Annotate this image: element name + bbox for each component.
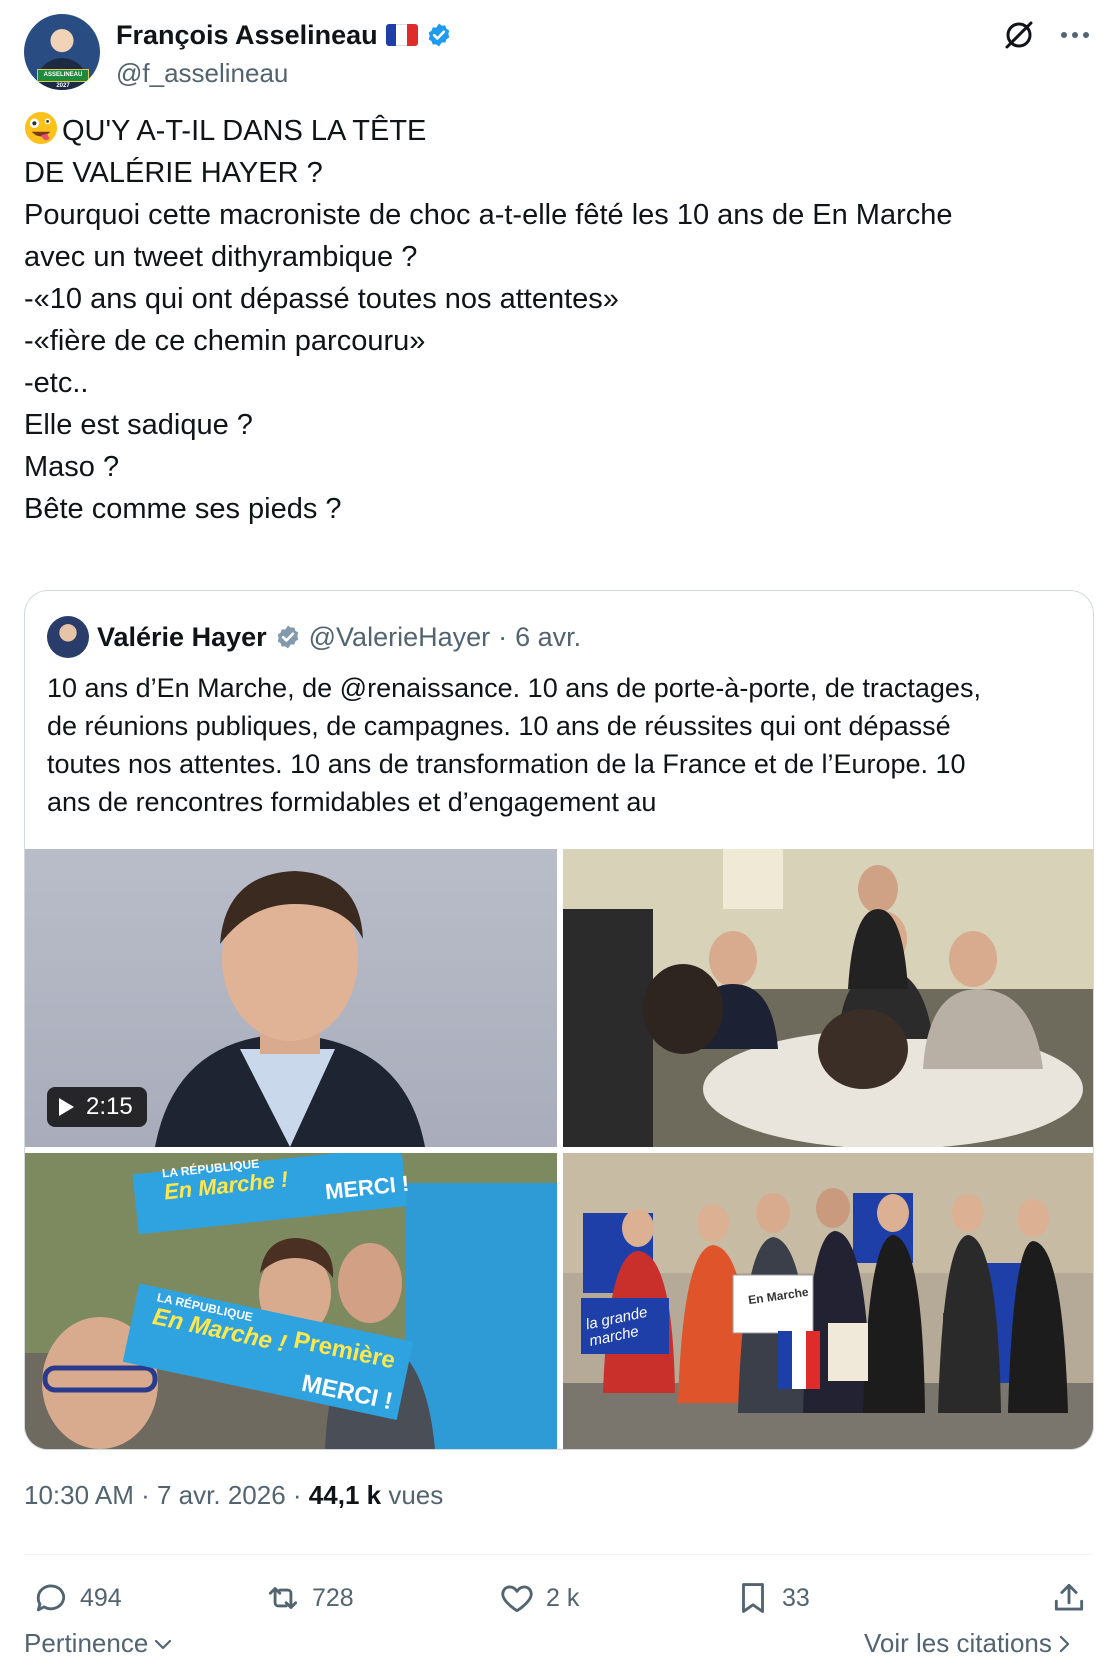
avatar-campaign-tag: ASSELINEAU 2027 (37, 69, 89, 89)
quoted-tweet-card[interactable]: Valérie Hayer @ValerieHayer · 6 avr. 10 … (24, 590, 1094, 1450)
tweet-time[interactable]: 10:30 AM (24, 1480, 134, 1510)
repost-icon (268, 1587, 298, 1609)
quoted-line-3: toutes nos attentes. 10 ans de transform… (47, 749, 966, 779)
tweet-line-3: Pourquoi cette macroniste de choc a-t-el… (24, 199, 953, 231)
quoted-line-1: 10 ans d’En Marche, de @renaissance. 10 … (47, 673, 981, 703)
zany-face-emoji-icon (24, 111, 58, 145)
author-handle[interactable]: @f_asselineau (116, 58, 288, 89)
sort-label: Pertinence (24, 1628, 149, 1658)
group-illustration (563, 1153, 1093, 1449)
banner-illustration (25, 1153, 557, 1449)
heart-icon (501, 1585, 533, 1613)
author-name[interactable]: François Asselineau (116, 20, 378, 51)
quoted-separator: · (498, 621, 508, 652)
campaign-banner-photo[interactable]: LA RÉPUBLIQUE En Marche ! MERCI ! LA RÉP… (25, 1153, 557, 1449)
video-duration-badge: 2:15 (47, 1087, 147, 1127)
like-button[interactable]: 2 k (498, 1574, 579, 1622)
tweet-actions-bar: 494 728 2 k 33 (24, 1574, 1092, 1622)
tweet-text: QU'Y A-T-IL DANS LA TÊTE DE VALÉRIE HAYE… (24, 110, 1084, 530)
gray-verified-badge-icon (277, 625, 298, 649)
tweet-line-2: DE VALÉRIE HAYER ? (24, 157, 323, 189)
media-grid: 2:15 LA RÉPUBLIQUE En Marche ! MERCI ! L… (25, 849, 1093, 1449)
author-avatar[interactable]: ASSELINEAU 2027 (24, 14, 100, 90)
quoted-author-name: Valérie Hayer (97, 621, 267, 652)
tweet-timestamp: 10:30 AM · 7 avr. 2026 · 44,1 k vues (24, 1480, 443, 1511)
view-quotes-link[interactable]: Voir les citations (864, 1628, 1072, 1659)
quoted-line-2: de réunions publiques, de campagnes. 10 … (47, 711, 951, 741)
meta-dot: · (141, 1480, 150, 1510)
tweet-line-5: -«10 ans qui ont dépassé toutes nos atte… (24, 283, 619, 315)
chevron-down-icon (155, 1639, 172, 1649)
tweet-date[interactable]: 7 avr. 2026 (157, 1480, 286, 1510)
video-thumbnail[interactable]: 2:15 (25, 849, 557, 1147)
bookmark-icon (742, 1583, 764, 1613)
tweet-line-1: QU'Y A-T-IL DANS LA TÊTE (24, 110, 1084, 152)
quoted-tweet-header: Valérie Hayer @ValerieHayer · 6 avr. (47, 615, 581, 659)
sort-dropdown[interactable]: Pertinence (24, 1628, 172, 1659)
quoted-tweet-text: 10 ans d’En Marche, de @renaissance. 10 … (47, 669, 1067, 821)
group-flags-photo[interactable]: la grande marche En Marche (563, 1153, 1093, 1449)
divider (24, 1554, 1092, 1555)
view-quotes-label: Voir les citations (864, 1628, 1052, 1658)
tweet-line-4: avec un tweet dithyrambique ? (24, 241, 418, 273)
quoted-author-avatar (47, 616, 89, 658)
bookmark-button[interactable]: 33 (734, 1574, 810, 1622)
quoted-line-4: ans de rencontres formidables et d’engag… (47, 787, 657, 817)
reply-button[interactable]: 494 (32, 1574, 122, 1622)
bookmark-count: 33 (782, 1583, 810, 1612)
meta-dot-2: · (292, 1480, 302, 1510)
reply-icon (36, 1584, 66, 1612)
share-button[interactable] (1050, 1574, 1088, 1622)
play-icon (59, 1098, 74, 1116)
video-duration: 2:15 (86, 1093, 133, 1120)
views-label: vues (388, 1480, 444, 1510)
tweet-line-9: Maso ? (24, 451, 120, 483)
grok-icon[interactable] (1002, 18, 1036, 52)
tweet-line-10: Bête comme ses pieds ? (24, 493, 342, 525)
header-actions (1002, 18, 1092, 52)
tweet-line-6: -«fière de ce chemin parcouru» (24, 325, 426, 357)
repost-count: 728 (312, 1583, 354, 1612)
tweet-line-8: Elle est sadique ? (24, 409, 253, 441)
verified-badge-icon (428, 23, 449, 47)
reply-count: 494 (80, 1583, 122, 1612)
chevron-right-icon (1059, 1635, 1069, 1652)
like-count: 2 k (546, 1583, 580, 1612)
quoted-author-handle: @ValerieHayer (308, 621, 491, 652)
share-icon (1054, 1583, 1084, 1611)
author-name-row: François Asselineau (116, 18, 452, 52)
more-options-icon[interactable] (1058, 18, 1092, 52)
quoted-date: 6 avr. (515, 621, 582, 652)
tweet-line-7: -etc.. (24, 367, 89, 399)
meeting-photo[interactable] (563, 849, 1093, 1147)
repost-button[interactable]: 728 (264, 1574, 354, 1622)
french-flag-icon (385, 24, 418, 46)
meeting-illustration (563, 849, 1093, 1147)
tweet-header: ASSELINEAU 2027 François Asselineau @f_a… (24, 14, 1092, 90)
views-count: 44,1 k (308, 1480, 382, 1510)
